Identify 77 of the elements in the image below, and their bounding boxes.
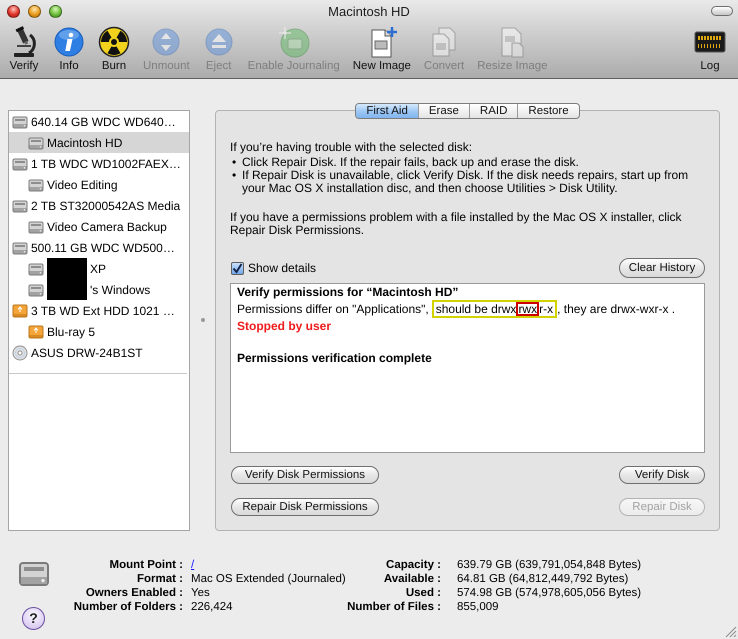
hard-drive-icon: [12, 240, 28, 256]
info-value: 574.98 GB (574,978,605,056 Bytes): [456, 586, 642, 600]
sidebar-item[interactable]: 3 TB WD Ext HDD 1021 …: [9, 300, 189, 321]
info-label: Used :: [404, 586, 441, 600]
instruction-text: If you’re having trouble with the selected disk:: [230, 141, 474, 154]
resize-grip-icon[interactable]: [725, 626, 737, 638]
bullet: •: [231, 169, 238, 184]
info-label: Capacity :: [385, 558, 441, 572]
hard-drive-icon: [12, 156, 28, 172]
action-button[interactable]: Repair Disk Permissions: [231, 498, 379, 516]
help-button[interactable]: ?: [22, 607, 45, 630]
radiation-icon: [98, 26, 130, 58]
toolbar-button[interactable]: Verify: [4, 26, 44, 72]
info-value: 639.79 GB (639,791,054,848 Bytes): [456, 558, 642, 572]
info-icon: [53, 26, 85, 58]
hard-drive-icon: [28, 282, 44, 298]
log-text: r-x: [539, 302, 554, 316]
zoom-button[interactable]: [49, 4, 62, 18]
sidebar-item[interactable]: Blu-ray 5: [9, 321, 189, 342]
info-value: 64.81 GB (64,812,449,792 Bytes): [456, 572, 630, 586]
clear-history-button[interactable]: Clear History: [619, 258, 705, 278]
marked-text: rwx: [516, 302, 540, 316]
mount-point-link[interactable]: /: [191, 559, 194, 571]
info-label: Owners Enabled :: [84, 586, 183, 600]
bullet: •: [231, 156, 238, 169]
up-down-arrows-icon: [150, 26, 182, 58]
sidebar-item[interactable]: 500.11 GB WDC WD500…: [9, 237, 189, 258]
splitter-handle[interactable]: [200, 318, 204, 322]
toolbar-button[interactable]: Info: [49, 26, 89, 72]
external-drive-icon: [28, 324, 44, 340]
sidebar-item[interactable]: 2 TB ST32000542AS Media: [9, 195, 189, 216]
log-summary: Permissions verification complete: [237, 350, 433, 366]
toolbar-button[interactable]: Burn: [94, 26, 134, 72]
info-label: Format :: [136, 572, 183, 586]
hard-drive-icon: [28, 176, 44, 192]
sidebar-item[interactable]: 's Windows: [9, 279, 189, 300]
hard-drive-icon: [28, 260, 44, 276]
info-label: Mount Point :: [108, 558, 183, 572]
eject-icon: [202, 26, 235, 58]
hard-drive-icon: [28, 218, 44, 234]
sidebar-item[interactable]: Video Editing: [9, 174, 189, 195]
external-drive-icon: [12, 302, 28, 318]
sidebar-item[interactable]: 1 TB WDC WD1002FAEX…: [9, 153, 189, 174]
instruction-text: Click Repair Disk. If the repair fails, back up and erase the disk.: [242, 156, 579, 169]
checkbox-label[interactable]: Show details: [248, 261, 316, 275]
disk-sparkle-icon: [278, 26, 310, 58]
window-title: Macintosh HD: [328, 4, 410, 18]
toolbar-button[interactable]: New Image: [348, 26, 415, 72]
log-text: Permissions differ on "Applications",: [237, 302, 429, 316]
checkbox[interactable]: [231, 262, 244, 274]
close-button[interactable]: [7, 4, 20, 18]
info-label: Number of Files :: [346, 600, 441, 614]
info-value: Yes: [190, 586, 211, 600]
action-button[interactable]: Verify Disk Permissions: [231, 466, 379, 484]
tab[interactable]: First Aid: [356, 104, 418, 118]
sidebar-item[interactable]: Video Camera Backup: [9, 216, 189, 237]
log-text: , they are drwx-wxr-x .: [557, 302, 676, 316]
sidebar-item[interactable]: Macintosh HD: [9, 132, 189, 153]
action-button[interactable]: Verify Disk: [619, 466, 705, 484]
info-value: 226,424: [190, 600, 234, 614]
hard-drive-icon: [28, 134, 44, 150]
log-error: Stopped by user: [237, 318, 332, 334]
instruction-text: If you have a permissions problem with a file installed by the Mac OS X installer, click Repair Disk Permissions.: [230, 211, 683, 237]
toolbar-toggle-button[interactable]: [711, 6, 733, 16]
info-label: Number of Folders :: [72, 600, 183, 614]
sidebar-item[interactable]: XP: [9, 258, 189, 279]
sidebar-item[interactable]: 640.14 GB WDC WD640…: [9, 111, 189, 132]
info-value: 855,009: [456, 600, 500, 614]
disc-icon: [12, 344, 28, 360]
sidebar-item[interactable]: ASUS DRW-24B1ST: [9, 342, 189, 363]
hard-drive-icon: [12, 198, 28, 214]
log-heading: Verify permissions for “Macintosh HD”: [237, 284, 460, 300]
toolbar-button[interactable]: Log: [690, 26, 730, 72]
log-text: should be drwx: [436, 302, 516, 316]
minimize-button[interactable]: [28, 4, 41, 18]
hard-drive-icon: [12, 114, 28, 130]
instruction-text: If Repair Disk is unavailable, click Verify Disk. If the disk needs repairs, start up from your Mac OS X installation disc, and then choose Utilities > Disk Utility.: [242, 169, 690, 195]
